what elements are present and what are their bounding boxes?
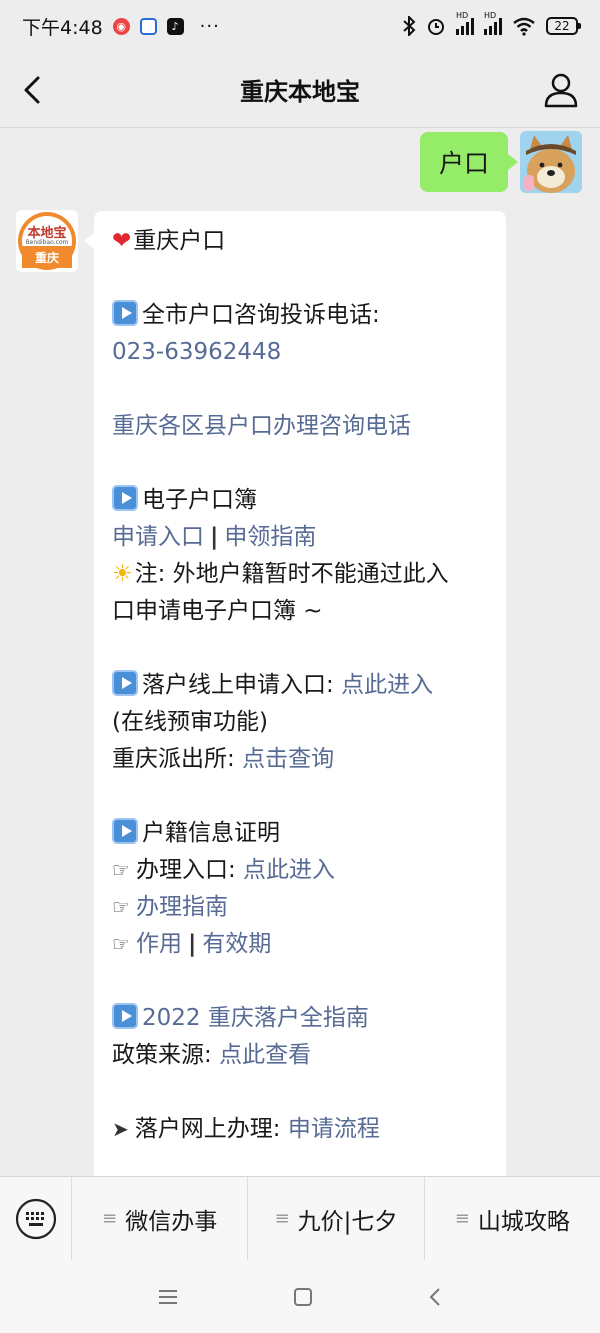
certificate-guide-link[interactable]: 办理指南 bbox=[136, 894, 228, 920]
logo-city-text: 重庆 bbox=[34, 251, 59, 265]
my-avatar[interactable] bbox=[520, 131, 582, 193]
play-icon bbox=[112, 485, 138, 511]
separator: | bbox=[187, 931, 197, 957]
profile-icon[interactable] bbox=[544, 72, 578, 108]
account-menu-bar: ≡ 微信办事 ≡ 九价|七夕 ≡ 山城攻略 bbox=[0, 1176, 600, 1261]
play-icon bbox=[112, 818, 138, 844]
arrow-icon: ➤ bbox=[112, 1117, 129, 1141]
section-heading: 全市户口咨询投诉电话: bbox=[112, 297, 490, 334]
policy-source-link[interactable]: 点此查看 bbox=[219, 1042, 311, 1068]
keyboard-toggle-button[interactable] bbox=[0, 1176, 72, 1261]
my-message-text: 户口 bbox=[438, 149, 489, 178]
my-message-bubble[interactable]: 户口 bbox=[420, 132, 518, 192]
back-icon[interactable] bbox=[18, 74, 48, 106]
notification-app-icon-2 bbox=[139, 17, 157, 35]
chat-header: 重庆本地宝 bbox=[0, 52, 600, 128]
recent-apps-icon[interactable] bbox=[157, 1288, 179, 1306]
more-notifications-icon: ··· bbox=[199, 15, 220, 37]
keyboard-icon bbox=[15, 1198, 56, 1239]
certificate-entry-link[interactable]: 点此进入 bbox=[243, 857, 335, 883]
note-text: 注: 外地户籍暂时不能通过此入 bbox=[134, 561, 449, 587]
menu-item-wechat-service[interactable]: ≡ 微信办事 bbox=[72, 1176, 249, 1261]
menu-list-icon: ≡ bbox=[274, 1208, 290, 1229]
chat-area[interactable]: 户口 本地宝 Bendibao.com 重庆 ❤重庆户口 全市户口咨询投诉电话:… bbox=[0, 128, 600, 1176]
apply-guide-link[interactable]: 申领指南 bbox=[224, 524, 316, 550]
police-query-link[interactable]: 点击查询 bbox=[242, 746, 334, 772]
menu-list-icon: ≡ bbox=[454, 1208, 470, 1229]
pointing-hand-icon: ☞ bbox=[112, 932, 130, 956]
police-label: 重庆派出所: bbox=[112, 746, 243, 772]
separator: | bbox=[210, 524, 219, 550]
section-heading: 电子户口簿 bbox=[112, 482, 490, 519]
certificate-validity-link[interactable]: 有效期 bbox=[202, 931, 271, 957]
status-time: 下午4:48 bbox=[22, 16, 103, 39]
system-back-icon[interactable] bbox=[427, 1287, 443, 1307]
pointing-hand-icon: ☞ bbox=[112, 895, 130, 919]
signal-icon-2: HD bbox=[484, 11, 502, 35]
bot-message-bubble: ❤重庆户口 全市户口咨询投诉电话: 023-63962448 重庆各区县户口办理… bbox=[84, 211, 506, 1176]
section-heading: 落户线上申请入口: 点此进入 bbox=[112, 667, 490, 704]
alarm-icon bbox=[428, 19, 444, 35]
logo-domain-text: Bendibao.com bbox=[25, 239, 69, 246]
phone-link[interactable]: 023-63962448 bbox=[112, 339, 281, 365]
apply-process-link[interactable]: 申请流程 bbox=[288, 1116, 380, 1142]
note-text-2: 口申请电子户口簿 ~ bbox=[112, 598, 323, 624]
pointing-hand-icon: ☞ bbox=[112, 858, 130, 882]
tiktok-icon: ♪ bbox=[166, 17, 184, 35]
message-title-line: ❤重庆户口 bbox=[112, 228, 226, 254]
certificate-use-link[interactable]: 作用 bbox=[136, 931, 182, 957]
online-settle-label: 落户网上办理: bbox=[134, 1116, 288, 1142]
pre-review-note: (在线预审功能) bbox=[112, 709, 268, 735]
notification-app-icon: ◉ bbox=[112, 17, 130, 35]
heart-icon: ❤ bbox=[112, 228, 132, 254]
district-phone-link[interactable]: 重庆各区县户口办理咨询电话 bbox=[112, 413, 411, 439]
play-icon bbox=[112, 300, 138, 326]
status-bar: 下午4:48 ◉ ♪ ··· HD HD 22 bbox=[0, 0, 600, 52]
section-heading: 户籍信息证明 bbox=[112, 815, 490, 852]
signal-icon-1: HD bbox=[456, 11, 474, 35]
menu-list-icon: ≡ bbox=[102, 1208, 118, 1229]
system-navigation-bar bbox=[0, 1260, 600, 1333]
menu-item-hpv-qixi[interactable]: ≡ 九价|七夕 bbox=[248, 1176, 425, 1261]
apply-entry-link[interactable]: 申请入口 bbox=[112, 524, 204, 550]
policy-source-label: 政策来源: bbox=[112, 1042, 220, 1068]
wifi-icon bbox=[513, 17, 535, 36]
play-icon bbox=[112, 1003, 138, 1029]
entry-label: 办理入口: bbox=[135, 857, 243, 883]
home-icon[interactable] bbox=[293, 1287, 313, 1307]
dog-avatar-image bbox=[520, 131, 582, 193]
chat-title: 重庆本地宝 bbox=[240, 78, 360, 106]
settle-guide-link[interactable]: 2022 重庆落户全指南 bbox=[142, 1005, 369, 1031]
section-heading: 2022 重庆落户全指南 bbox=[112, 1000, 490, 1037]
official-account-avatar[interactable]: 本地宝 Bendibao.com 重庆 bbox=[16, 210, 78, 272]
settle-online-entry-link[interactable]: 点此进入 bbox=[341, 672, 433, 698]
play-icon bbox=[112, 670, 138, 696]
sun-icon: ☀ bbox=[112, 561, 133, 587]
bluetooth-icon bbox=[403, 16, 416, 36]
battery-icon: 22 bbox=[546, 17, 581, 35]
menu-item-city-guide[interactable]: ≡ 山城攻略 bbox=[425, 1177, 600, 1261]
